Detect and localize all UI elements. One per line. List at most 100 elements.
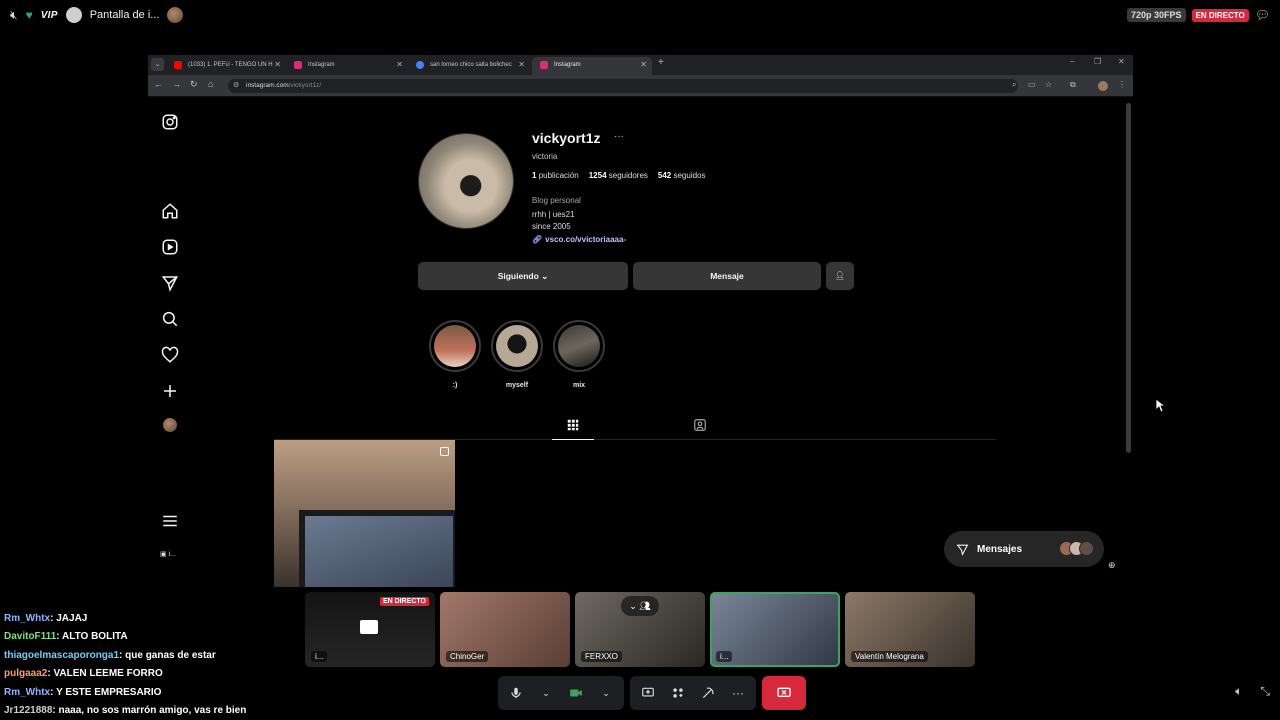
profile-avatar[interactable] xyxy=(163,418,177,432)
close-window-icon[interactable]: ✕ xyxy=(1118,57,1125,66)
highlight-item[interactable]: myself xyxy=(490,320,544,389)
activity-group: ··· xyxy=(630,676,756,710)
forward-icon[interactable]: → xyxy=(172,79,181,89)
speaker-muted-icon[interactable]: 🔇︎ xyxy=(10,8,18,23)
suggested-users-icon[interactable]: 👤︎ xyxy=(826,262,854,290)
profile-avatar[interactable] xyxy=(1098,81,1108,91)
cast-icon[interactable]: ▭ xyxy=(1028,80,1036,89)
browser-tab-strip: ⌄ (1033) 1. PEFU - TENGO UN H ✕ Instagra… xyxy=(148,55,1133,75)
maximize-icon[interactable]: ❐ xyxy=(1094,57,1101,66)
profile-link[interactable]: 🔗︎ vsco.co/vvictoriaaaa- xyxy=(532,235,626,244)
leave-call-button[interactable] xyxy=(762,676,806,710)
participant-name: i... xyxy=(716,651,733,662)
close-tab-icon[interactable]: ✕ xyxy=(640,57,647,73)
url-field[interactable]: ⚙ instagram.com/vickyort1z/ xyxy=(228,79,1018,93)
zoom-icon[interactable]: ⌕ xyxy=(1012,80,1016,90)
menu-kebab-icon[interactable]: ⋮ xyxy=(1118,80,1126,89)
participant-tile-speaking[interactable]: i... xyxy=(710,592,840,667)
following-count[interactable]: 542 seguidos xyxy=(658,171,706,180)
highlight-ring xyxy=(491,320,543,372)
post-thumbnail[interactable] xyxy=(274,440,455,587)
more-menu-icon[interactable] xyxy=(161,512,179,530)
reels-icon[interactable] xyxy=(161,238,179,256)
close-tab-icon[interactable]: ✕ xyxy=(396,57,403,73)
chat-message: Jr1221888: naaa, no sos marrón amigo, va… xyxy=(4,705,247,717)
streamer-avatar[interactable] xyxy=(167,7,184,23)
stream-info: 🔇︎ ♥ VIP Pantalla de i... xyxy=(10,7,184,23)
microphone-icon[interactable] xyxy=(504,681,528,705)
browser-tab-youtube[interactable]: (1033) 1. PEFU - TENGO UN H ✕ xyxy=(166,57,286,75)
youtube-icon xyxy=(174,61,182,69)
highlight-cover xyxy=(558,325,600,367)
chevron-down-icon[interactable]: ⌄ xyxy=(594,681,618,705)
highlight-cover xyxy=(496,325,538,367)
tile-controls-icon[interactable]: ⌄ 👥︎ xyxy=(621,596,659,616)
home-icon[interactable]: ⌂ xyxy=(208,79,213,89)
site-info-icon[interactable]: ⚙ xyxy=(233,79,239,93)
highlight-label: :) xyxy=(452,382,458,389)
activities-icon[interactable] xyxy=(666,681,690,705)
back-icon[interactable]: ← xyxy=(154,79,163,89)
quality-badge: 720p 30FPS xyxy=(1127,8,1186,22)
address-bar-row: ← → ↻ ⌂ ⚙ instagram.com/vickyort1z/ ⌕ ▭ … xyxy=(148,75,1133,97)
shared-browser-window: ⌄ (1033) 1. PEFU - TENGO UN H ✕ Instagra… xyxy=(148,55,1133,587)
chevron-down-icon[interactable]: ⌄ xyxy=(534,681,558,705)
following-button[interactable]: Siguiendo ⌄ xyxy=(418,262,628,290)
screen-share-icon xyxy=(65,7,82,23)
participant-tile-stream[interactable]: EN DIRECTO i... xyxy=(305,592,435,667)
notifications-heart-icon[interactable] xyxy=(161,346,179,364)
new-tab-button[interactable]: + xyxy=(658,57,664,68)
google-icon xyxy=(416,61,424,69)
participant-tile-chinoger[interactable]: ChinoGer xyxy=(440,592,570,667)
highlight-ring xyxy=(429,320,481,372)
camera-icon[interactable] xyxy=(564,681,588,705)
participant-tile-valentin[interactable]: Valentín Melograna xyxy=(845,592,975,667)
zoom-icon[interactable]: ⊕ xyxy=(1108,560,1116,571)
live-badge: EN DIRECTO xyxy=(1191,8,1249,22)
extensions-icon[interactable]: ⧉ xyxy=(1070,80,1076,90)
close-tab-icon[interactable]: ✕ xyxy=(518,57,525,73)
avatar xyxy=(1079,541,1094,556)
message-button[interactable]: Mensaje xyxy=(633,262,821,290)
chat-message: Rm_Whtx: Y ESTE EMPRESARIO xyxy=(4,686,162,698)
chat-bubble-icon[interactable]: 💬︎ xyxy=(1255,8,1270,22)
options-dots-icon[interactable]: ··· xyxy=(614,131,624,142)
more-options-icon[interactable]: ··· xyxy=(726,681,750,705)
heart-icon: ♥ xyxy=(25,8,33,22)
create-plus-icon[interactable] xyxy=(161,382,179,400)
soundboard-icon[interactable] xyxy=(696,681,720,705)
participant-tile-ferxxo[interactable]: ⌄ 👥︎ FERXXO xyxy=(575,592,705,667)
highlight-item[interactable]: :) xyxy=(428,320,482,389)
screen-share-icon[interactable] xyxy=(636,681,660,705)
minimize-icon[interactable]: – xyxy=(1070,57,1074,66)
tab-tagged[interactable] xyxy=(686,416,714,440)
highlight-item[interactable]: mix xyxy=(552,320,606,389)
tab-posts-grid[interactable] xyxy=(552,416,594,440)
carousel-icon xyxy=(440,447,449,456)
profile-picture[interactable] xyxy=(418,133,514,229)
search-icon[interactable] xyxy=(161,310,179,328)
tab-label: Instagram xyxy=(554,62,581,68)
chat-message: DavitoF111: ALTO BOLITA xyxy=(4,631,128,643)
reload-icon[interactable]: ↻ xyxy=(190,79,198,90)
followers-count[interactable]: 1254 seguidores xyxy=(589,171,648,180)
home-icon[interactable] xyxy=(161,202,179,220)
direct-send-icon[interactable] xyxy=(161,274,179,292)
url-host: instagram.com xyxy=(246,82,289,89)
bookmark-star-icon[interactable]: ☆ xyxy=(1045,80,1052,89)
tab-search-button[interactable]: ⌄ xyxy=(151,58,164,71)
stream-status: 720p 30FPS EN DIRECTO 💬︎ xyxy=(1127,8,1270,22)
browser-tab-instagram-1[interactable]: Instagram ✕ xyxy=(286,57,408,75)
exit-fullscreen-icon[interactable]: ⤡ xyxy=(1260,684,1270,699)
close-tab-icon[interactable]: ✕ xyxy=(274,57,281,73)
highlight-ring xyxy=(553,320,605,372)
browser-tab-instagram-active[interactable]: Instagram ✕ xyxy=(532,57,652,75)
bottom-right-controls: 🔈︎ ⤡ xyxy=(1235,684,1270,699)
participant-name: FERXXO xyxy=(581,651,622,662)
browser-tab-search[interactable]: san lorneo chico salta bolichec ✕ xyxy=(408,57,530,75)
bio-line: rrhh | ues21 xyxy=(532,210,575,219)
instagram-logo-icon[interactable] xyxy=(161,113,179,131)
volume-icon[interactable]: 🔈︎ xyxy=(1235,684,1242,699)
messages-pill[interactable]: Mensajes xyxy=(944,531,1104,567)
page-scrollbar[interactable] xyxy=(1126,103,1131,453)
